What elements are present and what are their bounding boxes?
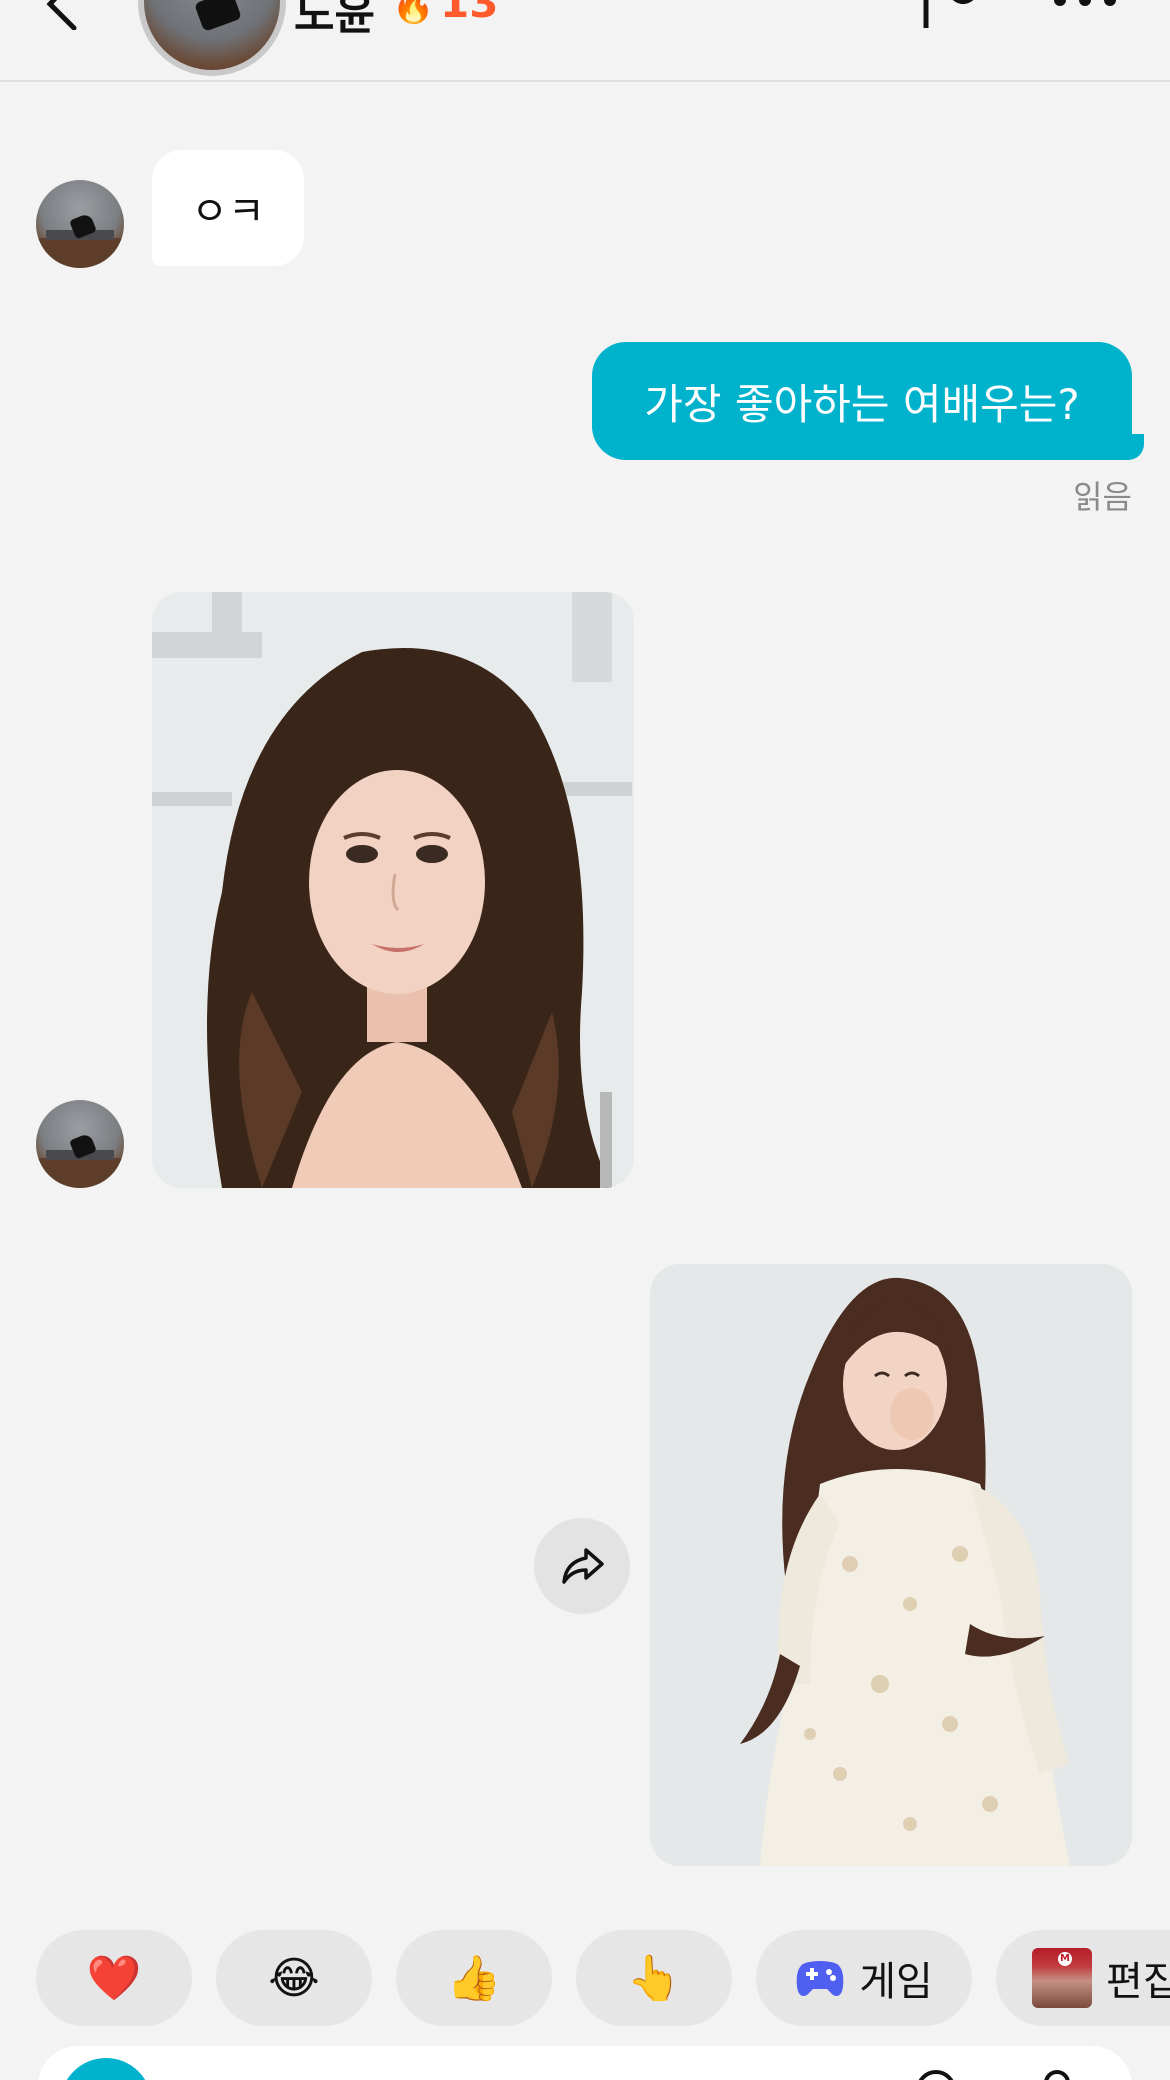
- thumbs-up-icon: 👍: [446, 1953, 502, 2004]
- share-icon: [562, 1548, 604, 1584]
- outgoing-message[interactable]: 가장 좋아하는 여배우는?: [592, 342, 1132, 460]
- sender-avatar[interactable]: [36, 1100, 124, 1188]
- edit-label: 편집: [1106, 1959, 1170, 2005]
- edit-thumbnail: M: [1032, 1948, 1092, 2008]
- chat-header: 도윤 🔥 13: [0, 0, 1170, 82]
- share-button[interactable]: [534, 1518, 630, 1614]
- game-button[interactable]: 게임: [756, 1930, 972, 2026]
- reaction-thumbs-up[interactable]: 👍: [396, 1930, 552, 2026]
- reaction-laugh[interactable]: 😂: [216, 1930, 372, 2026]
- flame-icon: 🔥: [392, 0, 435, 26]
- flag-icon[interactable]: [918, 0, 978, 30]
- incoming-photo[interactable]: [152, 592, 634, 1188]
- read-status: 읽음: [1073, 478, 1132, 516]
- incoming-message[interactable]: ㅇㅋ: [152, 150, 304, 266]
- game-label: 게임: [859, 1959, 933, 2005]
- reaction-heart[interactable]: ❤️: [36, 1930, 192, 2026]
- outgoing-photo[interactable]: [650, 1264, 1132, 1866]
- contact-name[interactable]: 도윤: [294, 0, 375, 42]
- gamepad-icon: [796, 1961, 844, 1996]
- actress-smiling-image: [650, 1264, 1132, 1866]
- laugh-icon: 😂: [268, 1952, 320, 2004]
- back-icon[interactable]: [38, 0, 98, 30]
- actress-portrait-image: [152, 592, 634, 1188]
- heart-icon: ❤️: [86, 1953, 142, 2004]
- edit-button[interactable]: M 편집: [996, 1930, 1170, 2026]
- sender-avatar[interactable]: [36, 180, 124, 268]
- streak-count: 13: [440, 0, 499, 27]
- point-icon: 👆: [626, 1953, 682, 2004]
- more-icon[interactable]: [1050, 0, 1120, 12]
- message-input-bar[interactable]: [38, 2046, 1132, 2080]
- contact-avatar[interactable]: [138, 0, 286, 76]
- reaction-point[interactable]: 👆: [576, 1930, 732, 2026]
